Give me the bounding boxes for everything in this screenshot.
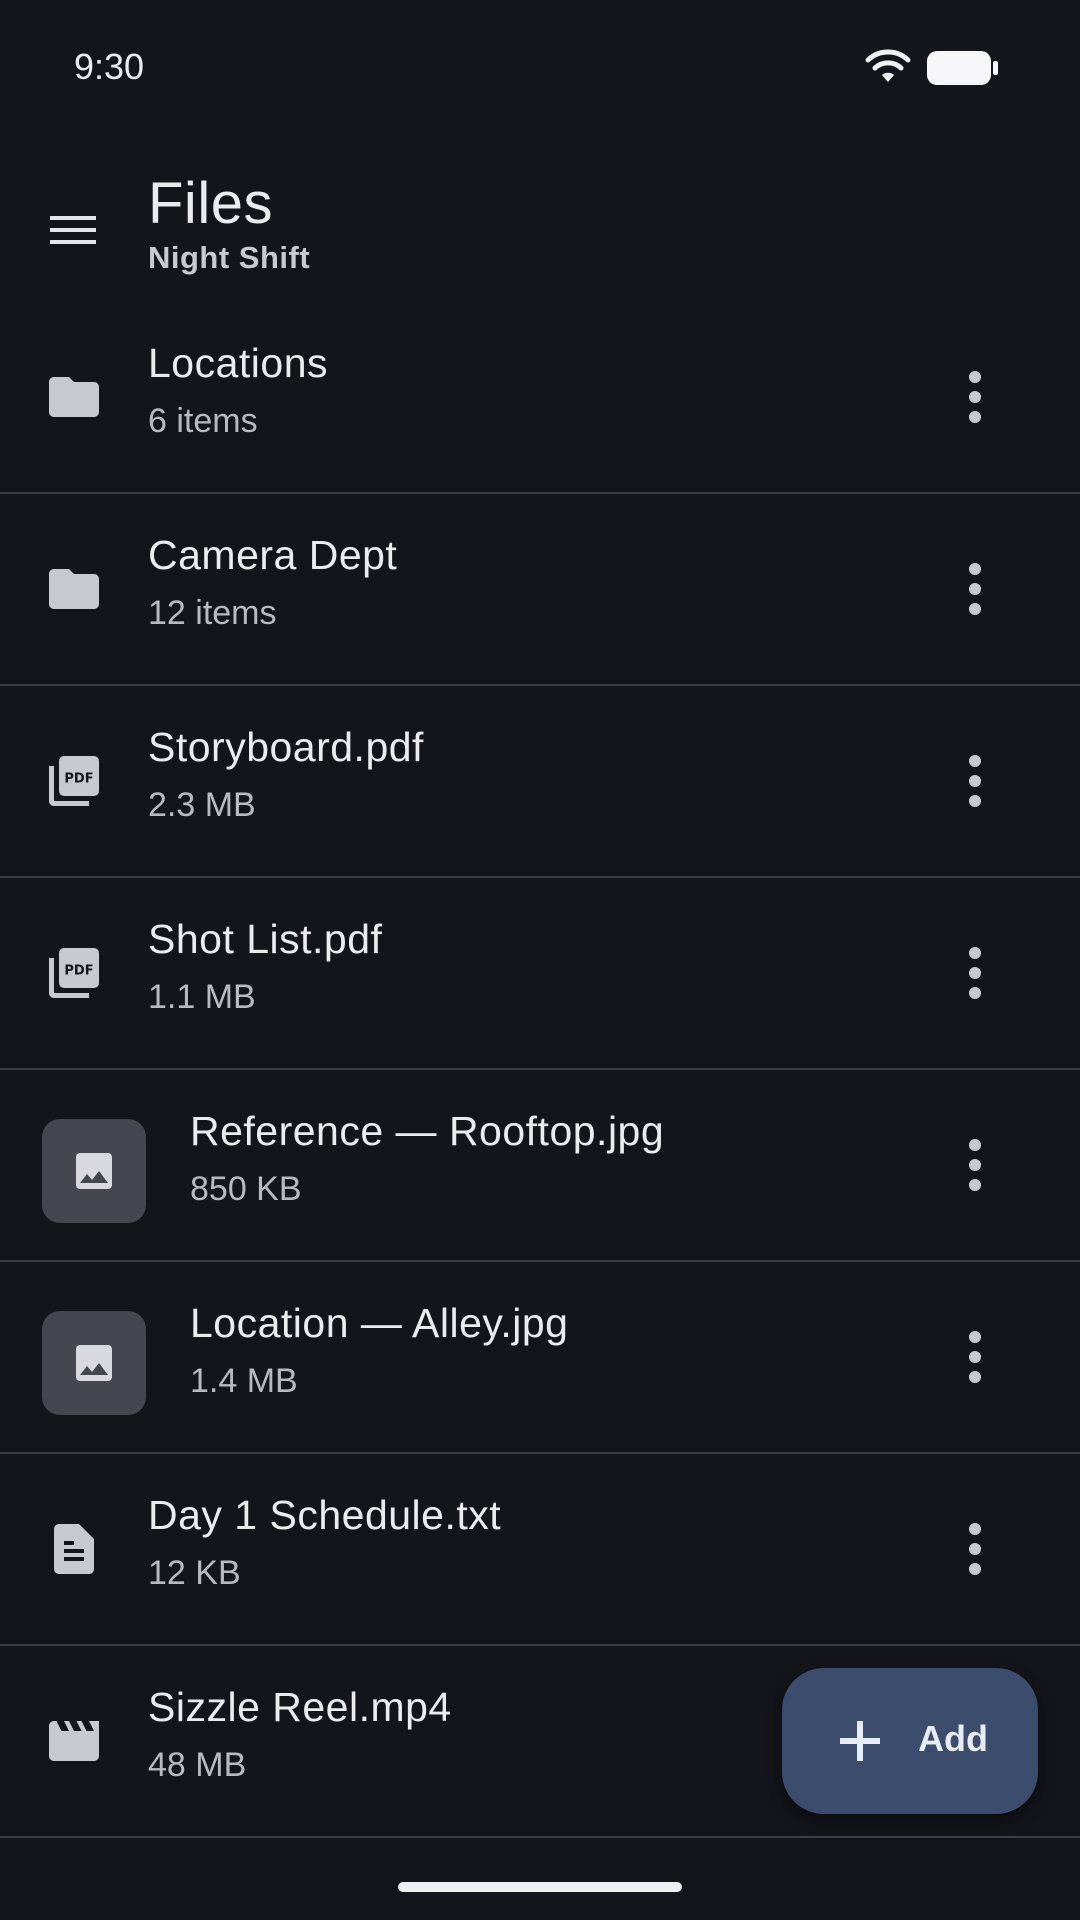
list-item[interactable]: Location — Alley.jpg 1.4 MB <box>0 1262 1080 1454</box>
list-item[interactable]: PDF Storyboard.pdf 2.3 MB <box>0 686 1080 878</box>
list-item[interactable]: Camera Dept 12 items <box>0 494 1080 686</box>
add-button-label: Add <box>918 1718 988 1759</box>
file-meta: 850 KB <box>190 1170 302 1208</box>
more-options-icon[interactable] <box>950 549 1000 629</box>
image-thumbnail <box>42 1311 146 1415</box>
file-name: Camera Dept <box>148 532 398 578</box>
file-name: Day 1 Schedule.txt <box>148 1492 502 1538</box>
list-item[interactable]: Day 1 Schedule.txt 12 KB <box>0 1454 1080 1646</box>
more-options-icon[interactable] <box>950 741 1000 821</box>
list-item[interactable]: Reference — Rooftop.jpg 850 KB <box>0 1070 1080 1262</box>
more-options-icon[interactable] <box>950 357 1000 437</box>
file-name: Storyboard.pdf <box>148 724 424 770</box>
file-meta: 12 KB <box>148 1554 241 1592</box>
file-meta: 12 items <box>148 594 277 632</box>
more-options-icon[interactable] <box>950 1317 1000 1397</box>
file-meta: 2.3 MB <box>148 786 256 824</box>
file-name: Reference — Rooftop.jpg <box>190 1108 665 1154</box>
pdf-icon: PDF <box>44 751 104 811</box>
more-options-icon[interactable] <box>950 1509 1000 1589</box>
image-thumbnail <box>42 1119 146 1223</box>
svg-text:PDF: PDF <box>64 964 93 979</box>
page-title: Files <box>148 171 273 236</box>
folder-icon <box>44 559 104 619</box>
status-time: 9:30 <box>74 46 145 87</box>
battery-icon <box>926 50 1000 91</box>
app-header: Files Night Shift <box>0 150 1080 300</box>
file-meta: 1.1 MB <box>148 978 256 1016</box>
video-clapper-icon <box>44 1711 104 1771</box>
more-options-icon[interactable] <box>950 933 1000 1013</box>
plus-icon <box>834 1715 886 1772</box>
file-name: Shot List.pdf <box>148 916 383 962</box>
file-name: Sizzle Reel.mp4 <box>148 1684 452 1730</box>
image-icon <box>76 1153 112 1189</box>
file-meta: 6 items <box>148 402 258 440</box>
page-subtitle: Night Shift <box>148 240 311 275</box>
file-list: Locations 6 items Camera Dept 12 items P… <box>0 302 1080 1838</box>
list-item[interactable]: PDF Shot List.pdf 1.1 MB <box>0 878 1080 1070</box>
svg-text:PDF: PDF <box>64 772 93 787</box>
image-icon <box>76 1345 112 1381</box>
file-name: Location — Alley.jpg <box>190 1300 569 1346</box>
file-name: Locations <box>148 340 329 386</box>
list-item[interactable]: Locations 6 items <box>0 302 1080 494</box>
pdf-icon: PDF <box>44 943 104 1003</box>
folder-icon <box>44 367 104 427</box>
status-bar: 9:30 <box>0 0 1080 130</box>
document-icon <box>44 1519 104 1579</box>
file-meta: 1.4 MB <box>190 1362 298 1400</box>
more-options-icon[interactable] <box>950 1125 1000 1205</box>
wifi-icon <box>864 48 912 89</box>
file-meta: 48 MB <box>148 1746 247 1784</box>
home-indicator[interactable] <box>398 1882 682 1892</box>
menu-icon[interactable] <box>46 202 102 258</box>
add-button[interactable]: Add <box>782 1668 1038 1814</box>
